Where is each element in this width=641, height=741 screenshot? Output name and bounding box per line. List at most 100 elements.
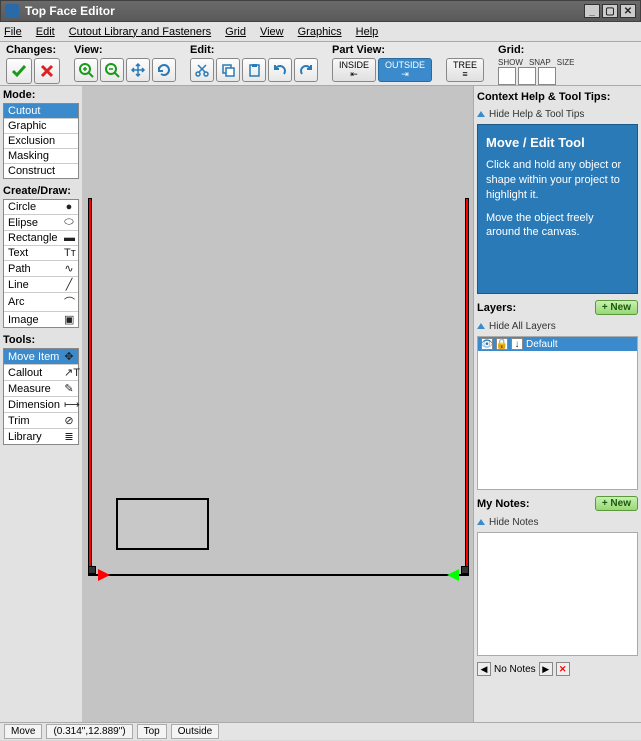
- notes-nav: ◀ No Notes ▶ ✕: [477, 662, 638, 676]
- mode-section-label: Mode:: [3, 89, 79, 101]
- partview-label: Part View:: [332, 44, 484, 56]
- grid-snap-toggle[interactable]: [518, 67, 536, 85]
- lock-icon[interactable]: 🔒: [496, 338, 508, 350]
- draw-line[interactable]: Line╱: [4, 277, 78, 293]
- title-bar: Top Face Editor _ ▢ ✕: [0, 0, 641, 22]
- partview-group: Part View: INSIDE⇤ OUTSIDE⇥ TREE≡: [332, 44, 484, 82]
- pan-button[interactable]: [126, 58, 150, 82]
- accept-button[interactable]: [6, 58, 32, 84]
- menu-view[interactable]: View: [260, 26, 284, 38]
- help-box: Move / Edit Tool Click and hold any obje…: [477, 124, 638, 294]
- layers-header: Layers: + New: [477, 298, 638, 317]
- menu-help[interactable]: Help: [356, 26, 379, 38]
- draw-path[interactable]: Path∿: [4, 261, 78, 277]
- app-logo-icon: [5, 4, 19, 18]
- new-layer-button[interactable]: + New: [595, 300, 638, 315]
- draw-text[interactable]: TextTᴛ: [4, 246, 78, 261]
- draw-elipse[interactable]: Elipse⬭: [4, 215, 78, 231]
- collapse-icon: [477, 519, 485, 525]
- edit-group: Edit:: [190, 44, 318, 82]
- part-left-edge: [88, 198, 92, 576]
- status-side: Outside: [171, 724, 219, 739]
- menu-graphics[interactable]: Graphics: [298, 26, 342, 38]
- grid-group: Grid: SHOW SNAP SIZE: [498, 44, 574, 85]
- zoom-in-button[interactable]: [74, 58, 98, 82]
- inside-icon: ⇤: [350, 70, 358, 79]
- hide-layers-link[interactable]: Hide All Layers: [477, 321, 638, 332]
- tool-callout[interactable]: Callout↗T: [4, 365, 78, 381]
- outside-icon: ⇥: [401, 70, 409, 79]
- redo-button[interactable]: [294, 58, 318, 82]
- status-coords: (0.314",12.889"): [46, 724, 132, 739]
- arc-icon: ⌒: [64, 294, 74, 310]
- part-right-edge: [465, 198, 469, 576]
- tools-section-label: Tools:: [3, 334, 79, 346]
- draw-arc[interactable]: Arc⌒: [4, 293, 78, 312]
- undo-button[interactable]: [268, 58, 292, 82]
- inside-button[interactable]: INSIDE⇤: [332, 58, 376, 82]
- note-next-button[interactable]: ▶: [539, 662, 553, 676]
- mode-construct[interactable]: Construct: [4, 164, 78, 178]
- canvas[interactable]: [82, 86, 473, 722]
- minimize-button[interactable]: _: [584, 4, 600, 18]
- mode-masking[interactable]: Masking: [4, 149, 78, 164]
- grid-show-label: SHOW: [498, 58, 523, 67]
- grid-size-label: SIZE: [557, 58, 575, 67]
- copy-button[interactable]: [216, 58, 240, 82]
- left-panel: Mode: Cutout Graphic Exclusion Masking C…: [0, 86, 82, 722]
- note-delete-button[interactable]: ✕: [556, 662, 570, 676]
- rectangle-icon: ▬: [64, 232, 74, 244]
- help-header: Context Help & Tool Tips:: [477, 89, 638, 105]
- layer-order-icon[interactable]: ↓: [511, 338, 523, 350]
- text-icon: Tᴛ: [64, 247, 74, 259]
- view-group: View:: [74, 44, 176, 82]
- x-axis-arrow-icon: [98, 569, 110, 581]
- note-prev-button[interactable]: ◀: [477, 662, 491, 676]
- tool-measure[interactable]: Measure✎: [4, 381, 78, 397]
- cut-button[interactable]: [190, 58, 214, 82]
- tool-trim[interactable]: Trim⊘: [4, 413, 78, 429]
- cutout-rectangle[interactable]: [116, 498, 209, 550]
- status-face: Top: [137, 724, 167, 739]
- paste-button[interactable]: [242, 58, 266, 82]
- collapse-icon: [477, 111, 485, 117]
- refresh-button[interactable]: [152, 58, 176, 82]
- hide-notes-link[interactable]: Hide Notes: [477, 517, 638, 528]
- view-label: View:: [74, 44, 176, 56]
- maximize-button[interactable]: ▢: [602, 4, 618, 18]
- close-button[interactable]: ✕: [620, 4, 636, 18]
- line-icon: ╱: [64, 278, 74, 291]
- tool-dimension[interactable]: Dimension⟼: [4, 397, 78, 413]
- outside-button[interactable]: OUTSIDE⇥: [378, 58, 432, 82]
- new-note-button[interactable]: + New: [595, 496, 638, 511]
- draw-circle[interactable]: Circle●: [4, 200, 78, 215]
- zoom-out-button[interactable]: [100, 58, 124, 82]
- notes-box[interactable]: [477, 532, 638, 656]
- grid-show-toggle[interactable]: [498, 67, 516, 85]
- visibility-icon[interactable]: 👁: [481, 338, 493, 350]
- menu-edit[interactable]: Edit: [36, 26, 55, 38]
- grid-size-button[interactable]: [538, 67, 556, 85]
- edit-label: Edit:: [190, 44, 318, 56]
- window-title: Top Face Editor: [25, 4, 582, 18]
- layer-default[interactable]: 👁 🔒 ↓ Default: [478, 337, 637, 351]
- reject-button[interactable]: [34, 58, 60, 84]
- mode-graphic[interactable]: Graphic: [4, 119, 78, 134]
- layer-name: Default: [526, 339, 558, 350]
- tree-button[interactable]: TREE≡: [446, 58, 484, 82]
- tool-move[interactable]: Move Item✥: [4, 349, 78, 365]
- draw-rectangle[interactable]: Rectangle▬: [4, 231, 78, 246]
- menu-cutout-library[interactable]: Cutout Library and Fasteners: [69, 26, 211, 38]
- grid-label: Grid:: [498, 44, 574, 56]
- right-panel: Context Help & Tool Tips: Hide Help & To…: [473, 86, 641, 722]
- tree-icon: ≡: [462, 70, 467, 79]
- mode-cutout[interactable]: Cutout: [4, 104, 78, 119]
- x-axis-arrow-right-icon: [447, 569, 459, 581]
- layers-box: 👁 🔒 ↓ Default: [477, 336, 638, 490]
- menu-file[interactable]: File: [4, 26, 22, 38]
- mode-exclusion[interactable]: Exclusion: [4, 134, 78, 149]
- hide-help-link[interactable]: Hide Help & Tool Tips: [477, 109, 638, 120]
- draw-image[interactable]: Image▣: [4, 312, 78, 327]
- menu-grid[interactable]: Grid: [225, 26, 246, 38]
- tool-library[interactable]: Library≣: [4, 429, 78, 444]
